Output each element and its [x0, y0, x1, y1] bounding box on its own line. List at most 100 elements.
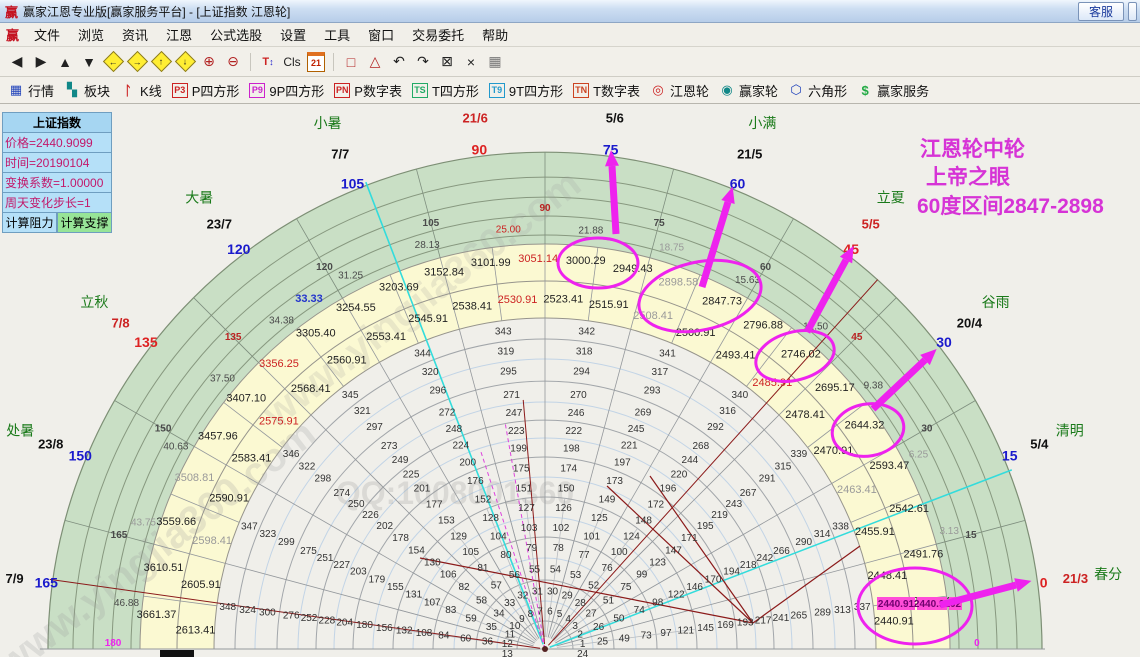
feature-TS-button[interactable]: TS T四方形	[408, 79, 485, 102]
svg-text:53: 53	[570, 570, 582, 581]
svg-text:3000.29: 3000.29	[566, 255, 606, 267]
svg-text:QQ:1008001360: QQ:1008001360	[336, 475, 574, 511]
feature-hexagon-button[interactable]: ⬡ 六角形	[784, 79, 853, 102]
calc-resistance-button[interactable]: 计算阻力	[2, 213, 57, 233]
svg-text:340: 340	[731, 390, 748, 401]
calc-support-button[interactable]: 计算支撑	[57, 213, 112, 233]
diamond-right-icon[interactable]: →	[126, 50, 148, 73]
clear-chart-icon[interactable]: ▦	[484, 51, 506, 73]
svg-text:174: 174	[560, 464, 577, 475]
center-cross-icon[interactable]: ×	[460, 51, 482, 73]
menu-item-1[interactable]: 浏览	[69, 23, 113, 46]
svg-text:297: 297	[366, 422, 383, 433]
svg-text:3051.14: 3051.14	[518, 253, 558, 265]
cls-icon[interactable]: Cls	[281, 51, 303, 73]
svg-text:50: 50	[613, 613, 625, 624]
diamond-left-icon[interactable]: ←	[102, 50, 124, 73]
window-title: 赢家江恩专业版[赢家服务平台] - [上证指数 江恩轮]	[23, 4, 291, 19]
svg-text:348: 348	[219, 602, 236, 613]
menu-item-2[interactable]: 资讯	[113, 23, 157, 46]
calendar-icon[interactable]: 21	[305, 51, 327, 73]
square-tool-icon[interactable]: □	[340, 51, 362, 73]
svg-text:147: 147	[665, 545, 682, 556]
annotation-line-1: 江恩轮中轮	[920, 138, 1025, 161]
P3-icon: P3	[171, 82, 188, 98]
svg-text:2898.58: 2898.58	[659, 277, 699, 289]
svg-text:2560.91: 2560.91	[327, 355, 367, 367]
svg-text:2463.41: 2463.41	[837, 484, 877, 496]
svg-text:338: 338	[832, 522, 849, 533]
prev-icon[interactable]: ◀	[6, 51, 28, 73]
feature-blocks-button[interactable]: ▚ 板块	[60, 79, 116, 102]
feature-target-button[interactable]: ◎ 江恩轮	[646, 79, 715, 102]
menu-item-7[interactable]: 窗口	[359, 23, 403, 46]
feature-PN-button[interactable]: PN P数字表	[330, 79, 408, 102]
svg-text:265: 265	[790, 611, 807, 622]
svg-text:155: 155	[387, 582, 404, 593]
feature-P3-button[interactable]: P3 P四方形	[168, 79, 246, 102]
feature-P9-button[interactable]: P9 9P四方形	[245, 79, 330, 102]
feature-grid-button[interactable]: ▦ 行情	[4, 79, 60, 102]
svg-text:126: 126	[555, 503, 572, 514]
partial-button[interactable]	[1128, 1, 1137, 21]
xbox-icon[interactable]: ⊠	[436, 51, 458, 73]
svg-text:0: 0	[974, 638, 980, 649]
svg-text:3101.99: 3101.99	[471, 257, 511, 269]
feature-TN-button[interactable]: TN T数字表	[569, 79, 646, 102]
svg-text:132: 132	[396, 625, 413, 636]
svg-text:150: 150	[155, 424, 172, 435]
svg-text:120: 120	[227, 241, 251, 257]
menu-item-5[interactable]: 设置	[271, 23, 315, 46]
zoom-in-icon[interactable]: ⊕	[198, 51, 220, 73]
svg-text:57: 57	[491, 581, 503, 592]
svg-text:立夏: 立夏	[877, 189, 905, 205]
svg-text:4: 4	[565, 614, 571, 625]
menu-item-9[interactable]: 帮助	[473, 23, 517, 46]
svg-text:2575.91: 2575.91	[259, 416, 299, 428]
next-icon[interactable]: ▶	[30, 51, 52, 73]
svg-text:33: 33	[504, 598, 516, 609]
svg-text:2538.41: 2538.41	[452, 301, 492, 313]
svg-text:314: 314	[814, 529, 831, 540]
svg-text:248: 248	[446, 424, 463, 435]
feature-T9-button[interactable]: T9 9T四方形	[485, 79, 569, 102]
up-icon[interactable]: ▲	[54, 51, 76, 73]
svg-text:21.88: 21.88	[578, 226, 603, 237]
svg-text:107: 107	[424, 597, 441, 608]
menu-item-0[interactable]: 文件	[25, 23, 69, 46]
svg-text:323: 323	[259, 529, 276, 540]
svg-text:24: 24	[577, 649, 589, 657]
rotate-cw-icon[interactable]: ↷	[412, 51, 434, 73]
svg-text:30: 30	[921, 424, 933, 435]
feature-big-wheel-button[interactable]: ◉ 赢家轮	[715, 79, 784, 102]
svg-text:3254.55: 3254.55	[336, 302, 376, 314]
svg-text:122: 122	[668, 590, 685, 601]
svg-text:34: 34	[493, 609, 505, 620]
svg-text:2590.91: 2590.91	[209, 492, 249, 504]
app-logo-icon: 赢	[5, 4, 19, 20]
feature-kline-button[interactable]: ᛚ K线	[116, 79, 168, 102]
svg-text:6.25: 6.25	[909, 450, 929, 461]
svg-text:21/5: 21/5	[737, 147, 762, 162]
menu-item-6[interactable]: 工具	[315, 23, 359, 46]
triangle-tool-icon[interactable]: △	[364, 51, 386, 73]
svg-text:224: 224	[452, 441, 469, 452]
down-icon[interactable]: ▼	[78, 51, 100, 73]
svg-text:13: 13	[502, 649, 514, 657]
menu-item-4[interactable]: 公式选股	[201, 23, 271, 46]
diamond-down-icon[interactable]: ↓	[174, 50, 196, 73]
svg-text:90: 90	[539, 203, 551, 214]
rotate-ccw-icon[interactable]: ↶	[388, 51, 410, 73]
service-button[interactable]: 客服	[1077, 1, 1124, 21]
t-updown-icon[interactable]: T↕	[257, 51, 279, 73]
svg-text:3508.81: 3508.81	[175, 472, 215, 484]
dollar-icon: $	[861, 82, 869, 98]
svg-text:26: 26	[593, 622, 605, 633]
feature-dollar-button[interactable]: $ 赢家服务	[853, 79, 935, 102]
diamond-up-icon[interactable]: ↑	[150, 50, 172, 73]
menu-item-3[interactable]: 江恩	[157, 23, 201, 46]
svg-text:小满: 小满	[748, 115, 776, 131]
menu-item-8[interactable]: 交易委托	[403, 23, 473, 46]
zoom-out-icon[interactable]: ⊖	[222, 51, 244, 73]
svg-text:2491.76: 2491.76	[904, 549, 944, 561]
